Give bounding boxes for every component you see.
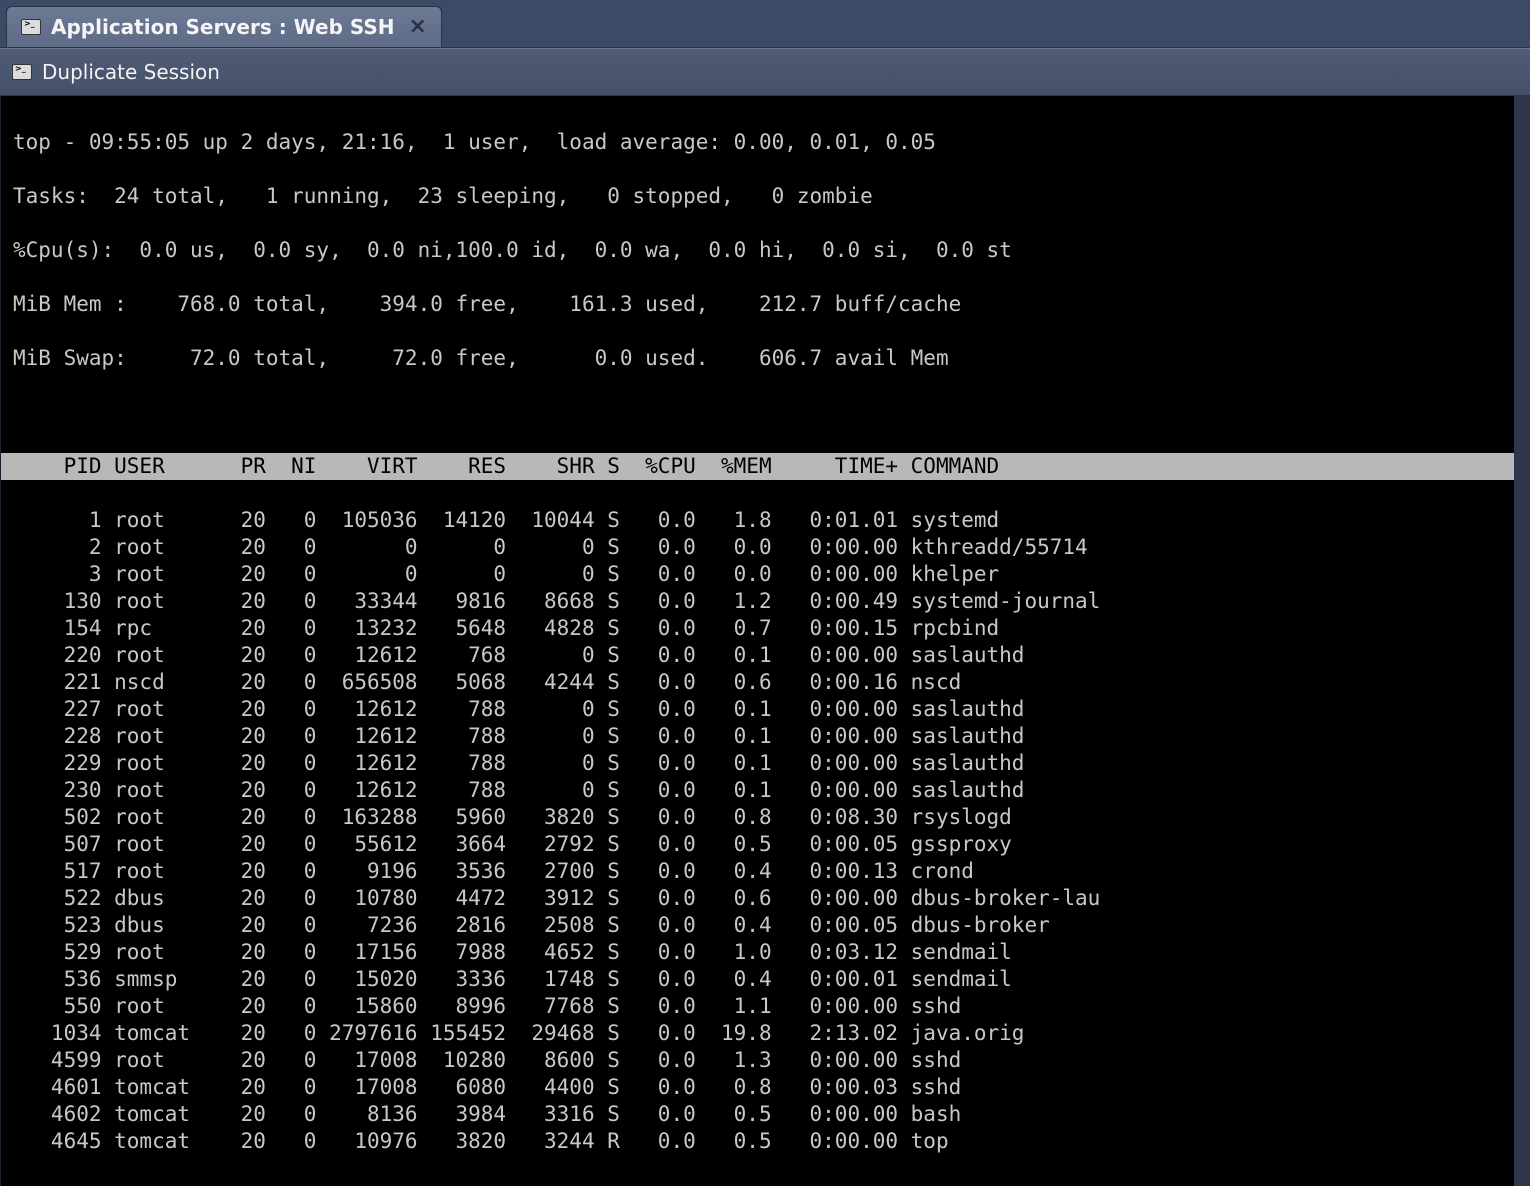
terminal-output[interactable]: top - 09:55:05 up 2 days, 21:16, 1 user,…: [0, 96, 1530, 1186]
process-row: 220 root 20 0 12612 768 0 S 0.0 0.1 0:00…: [1, 642, 1529, 669]
scrollbar[interactable]: [1514, 96, 1530, 1186]
process-row: 221 nscd 20 0 656508 5068 4244 S 0.0 0.6…: [1, 669, 1529, 696]
process-row: 229 root 20 0 12612 788 0 S 0.0 0.1 0:00…: [1, 750, 1529, 777]
process-row: 523 dbus 20 0 7236 2816 2508 S 0.0 0.4 0…: [1, 912, 1529, 939]
top-header-row: PID USER PR NI VIRT RES SHR S %CPU %MEM …: [1, 453, 1529, 480]
top-summary-line: top - 09:55:05 up 2 days, 21:16, 1 user,…: [1, 129, 1529, 156]
process-row: 517 root 20 0 9196 3536 2700 S 0.0 0.4 0…: [1, 858, 1529, 885]
process-row: 227 root 20 0 12612 788 0 S 0.0 0.1 0:00…: [1, 696, 1529, 723]
process-row: 550 root 20 0 15860 8996 7768 S 0.0 1.1 …: [1, 993, 1529, 1020]
terminal-icon: [12, 64, 32, 80]
process-row: 154 rpc 20 0 13232 5648 4828 S 0.0 0.7 0…: [1, 615, 1529, 642]
process-row: 4601 tomcat 20 0 17008 6080 4400 S 0.0 0…: [1, 1074, 1529, 1101]
blank-line: [1, 399, 1529, 426]
process-row: 522 dbus 20 0 10780 4472 3912 S 0.0 0.6 …: [1, 885, 1529, 912]
process-row: 130 root 20 0 33344 9816 8668 S 0.0 1.2 …: [1, 588, 1529, 615]
process-row: 4599 root 20 0 17008 10280 8600 S 0.0 1.…: [1, 1047, 1529, 1074]
tab-web-ssh[interactable]: Application Servers : Web SSH ×: [6, 6, 442, 47]
process-row: 4602 tomcat 20 0 8136 3984 3316 S 0.0 0.…: [1, 1101, 1529, 1128]
top-tasks-line: Tasks: 24 total, 1 running, 23 sleeping,…: [1, 183, 1529, 210]
process-row: 529 root 20 0 17156 7988 4652 S 0.0 1.0 …: [1, 939, 1529, 966]
process-row: 536 smmsp 20 0 15020 3336 1748 S 0.0 0.4…: [1, 966, 1529, 993]
process-row: 230 root 20 0 12612 788 0 S 0.0 0.1 0:00…: [1, 777, 1529, 804]
terminal-icon: [21, 19, 41, 35]
close-icon[interactable]: ×: [409, 16, 427, 38]
process-row: 3 root 20 0 0 0 0 S 0.0 0.0 0:00.00 khel…: [1, 561, 1529, 588]
process-row: 1 root 20 0 105036 14120 10044 S 0.0 1.8…: [1, 507, 1529, 534]
duplicate-session-button[interactable]: Duplicate Session: [42, 60, 220, 84]
process-row: 4645 tomcat 20 0 10976 3820 3244 R 0.0 0…: [1, 1128, 1529, 1155]
process-row: 507 root 20 0 55612 3664 2792 S 0.0 0.5 …: [1, 831, 1529, 858]
tab-title: Application Servers : Web SSH: [51, 15, 395, 39]
process-row: 228 root 20 0 12612 788 0 S 0.0 0.1 0:00…: [1, 723, 1529, 750]
tab-strip: Application Servers : Web SSH ×: [0, 0, 1530, 48]
process-row: 2 root 20 0 0 0 0 S 0.0 0.0 0:00.00 kthr…: [1, 534, 1529, 561]
top-cpu-line: %Cpu(s): 0.0 us, 0.0 sy, 0.0 ni,100.0 id…: [1, 237, 1529, 264]
process-row: 1034 tomcat 20 0 2797616 155452 29468 S …: [1, 1020, 1529, 1047]
toolbar: Duplicate Session: [0, 48, 1530, 96]
top-mem-line: MiB Mem : 768.0 total, 394.0 free, 161.3…: [1, 291, 1529, 318]
process-row: 502 root 20 0 163288 5960 3820 S 0.0 0.8…: [1, 804, 1529, 831]
top-swap-line: MiB Swap: 72.0 total, 72.0 free, 0.0 use…: [1, 345, 1529, 372]
